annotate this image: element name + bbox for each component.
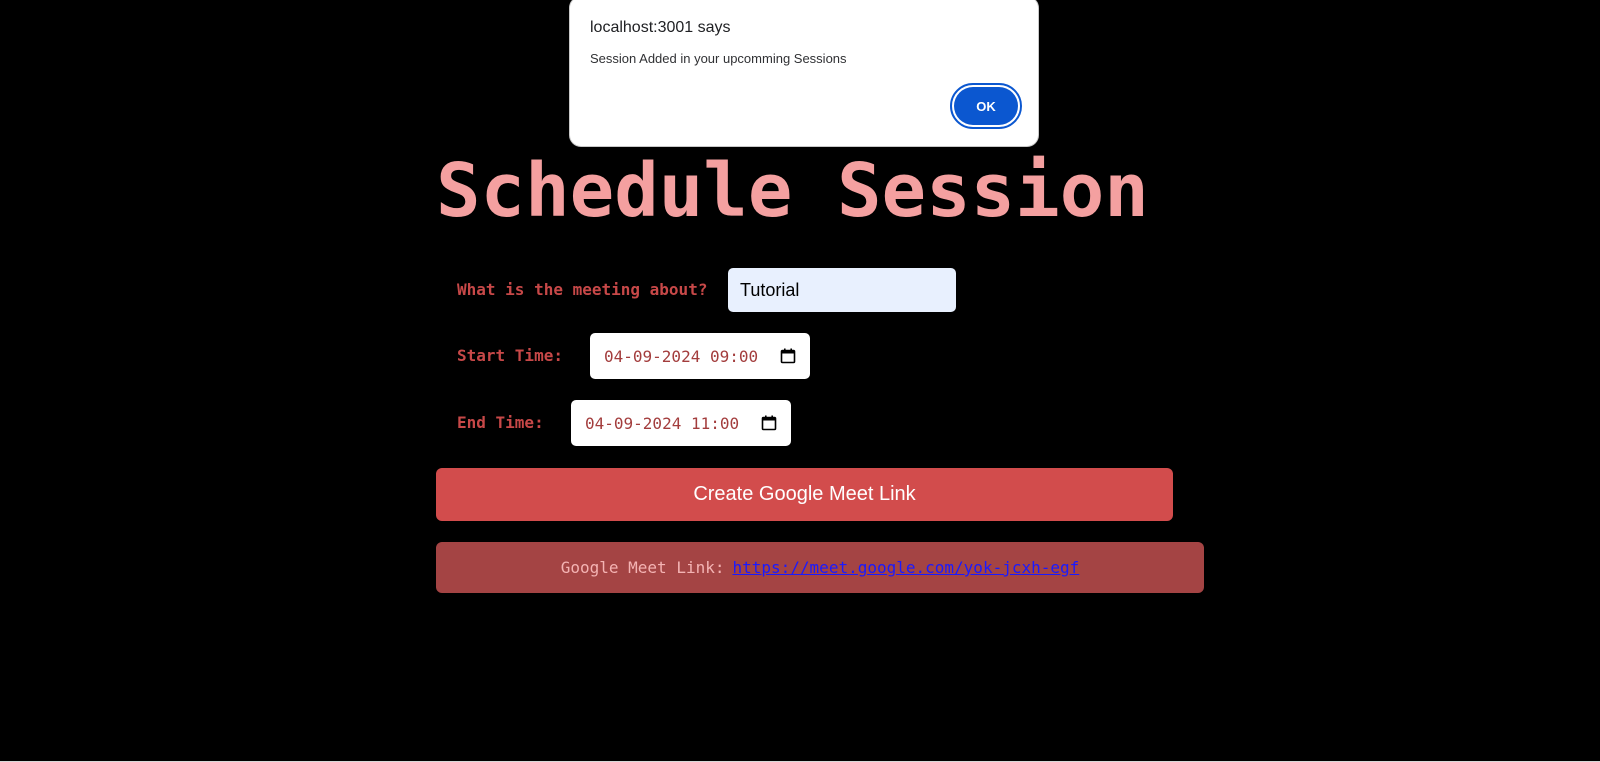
topic-input[interactable]	[728, 268, 956, 312]
end-time-label: End Time:	[457, 413, 544, 432]
dialog-title: localhost:3001 says	[590, 19, 731, 36]
calendar-icon[interactable]	[780, 348, 796, 364]
page-title: Schedule Session	[436, 148, 1149, 234]
end-time-input[interactable]: 04-09-2024 11:00	[571, 400, 791, 446]
start-time-label: Start Time:	[457, 346, 563, 365]
ok-button-focus-ring: OK	[950, 83, 1022, 129]
meet-link-label: Google Meet Link:	[560, 558, 725, 577]
meet-link[interactable]: https://meet.google.com/yok-jcxh-egf	[732, 558, 1079, 577]
alert-dialog: localhost:3001 says Session Added in you…	[569, 0, 1039, 147]
end-time-value: 04-09-2024 11:00	[585, 413, 740, 433]
start-time-input[interactable]: 04-09-2024 09:00	[590, 333, 810, 379]
dialog-message: Session Added in your upcomming Sessions	[590, 51, 847, 66]
page: Schedule Session What is the meeting abo…	[0, 0, 1600, 762]
ok-button[interactable]: OK	[954, 87, 1018, 125]
start-time-value: 04-09-2024 09:00	[604, 346, 759, 366]
create-meet-link-button[interactable]: Create Google Meet Link	[436, 468, 1173, 521]
calendar-icon[interactable]	[761, 415, 777, 431]
meet-link-result: Google Meet Link: https://meet.google.co…	[436, 542, 1204, 593]
topic-label: What is the meeting about?	[457, 280, 708, 299]
